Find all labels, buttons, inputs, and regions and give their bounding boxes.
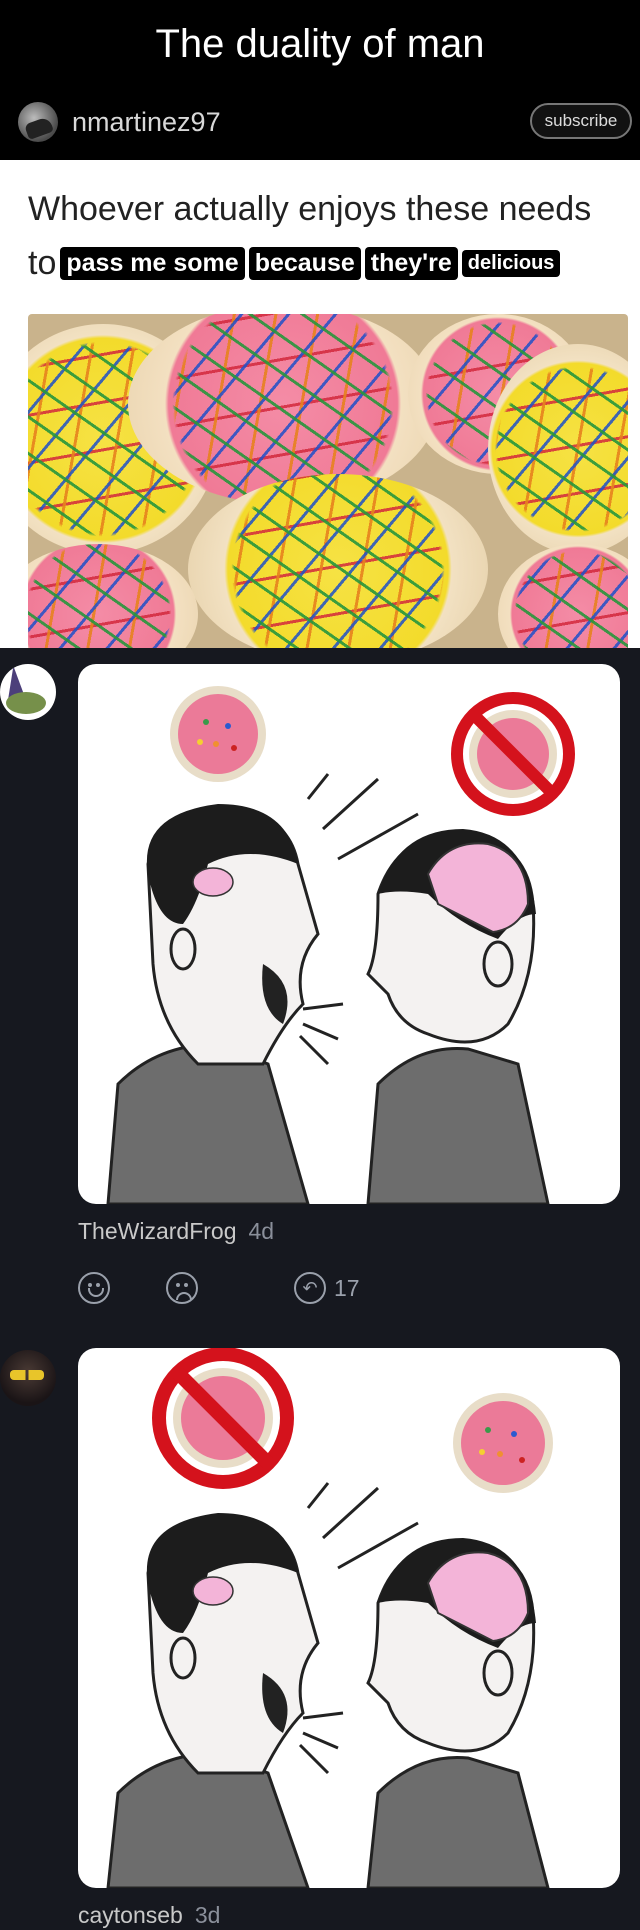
meme-highlight-1: pass me some	[60, 247, 245, 280]
frown-icon[interactable]	[166, 1272, 198, 1304]
post-title: The duality of man	[155, 22, 485, 66]
reply-count[interactable]: 17	[334, 1275, 360, 1302]
reply-icon[interactable]: ↶	[294, 1272, 326, 1304]
cookie	[188, 474, 488, 648]
meme-caption-line2: to pass me some because they're deliciou…	[28, 244, 561, 283]
duality-meme-illustration	[106, 1348, 553, 1888]
comment-age: 4d	[248, 1218, 275, 1244]
comment-author[interactable]: TheWizardFrog 4d	[78, 1218, 274, 1245]
post-header: The duality of man nmartinez97 subscribe	[0, 0, 640, 160]
cookie	[28, 544, 198, 648]
comment-username[interactable]: TheWizardFrog	[78, 1218, 236, 1244]
op-user-row[interactable]: nmartinez97	[18, 102, 221, 142]
op-avatar[interactable]	[18, 102, 58, 142]
calm-man	[366, 1538, 550, 1888]
comment-username[interactable]: caytonseb	[78, 1902, 183, 1928]
meme-caption-prefix: to	[28, 244, 57, 282]
meme-highlight-2: because	[248, 247, 361, 280]
meme-highlight-3: they're	[364, 247, 458, 280]
smile-icon[interactable]	[78, 1272, 110, 1304]
duality-meme-illustration	[106, 686, 575, 1204]
comment-image[interactable]	[78, 1348, 620, 1888]
commenter-avatar[interactable]	[0, 1350, 56, 1406]
shouting-man	[106, 804, 320, 1204]
forbidden-cookie-icon	[451, 692, 575, 816]
cookie	[128, 314, 438, 504]
calm-man	[366, 829, 550, 1204]
cookie-icon	[453, 1393, 553, 1493]
comment-age: 3d	[194, 1902, 221, 1928]
forbidden-cookie-icon	[152, 1348, 294, 1489]
cookie-photo	[28, 314, 628, 648]
comment-actions: ↶ 17	[78, 1272, 360, 1304]
meme-caption-line1: Whoever actually enjoys these needs	[28, 190, 592, 228]
comment-author[interactable]: caytonseb 3d	[78, 1902, 220, 1929]
op-username[interactable]: nmartinez97	[72, 107, 221, 138]
meme-highlight-4: delicious	[461, 250, 561, 277]
subscribe-button[interactable]: subscribe	[530, 103, 632, 139]
cookie	[498, 544, 628, 648]
commenter-avatar[interactable]	[0, 664, 56, 720]
cookie-icon	[170, 686, 266, 782]
shouting-man	[106, 1513, 320, 1888]
comment-image[interactable]	[78, 664, 620, 1204]
post-image[interactable]: Whoever actually enjoys these needs to p…	[0, 160, 640, 648]
